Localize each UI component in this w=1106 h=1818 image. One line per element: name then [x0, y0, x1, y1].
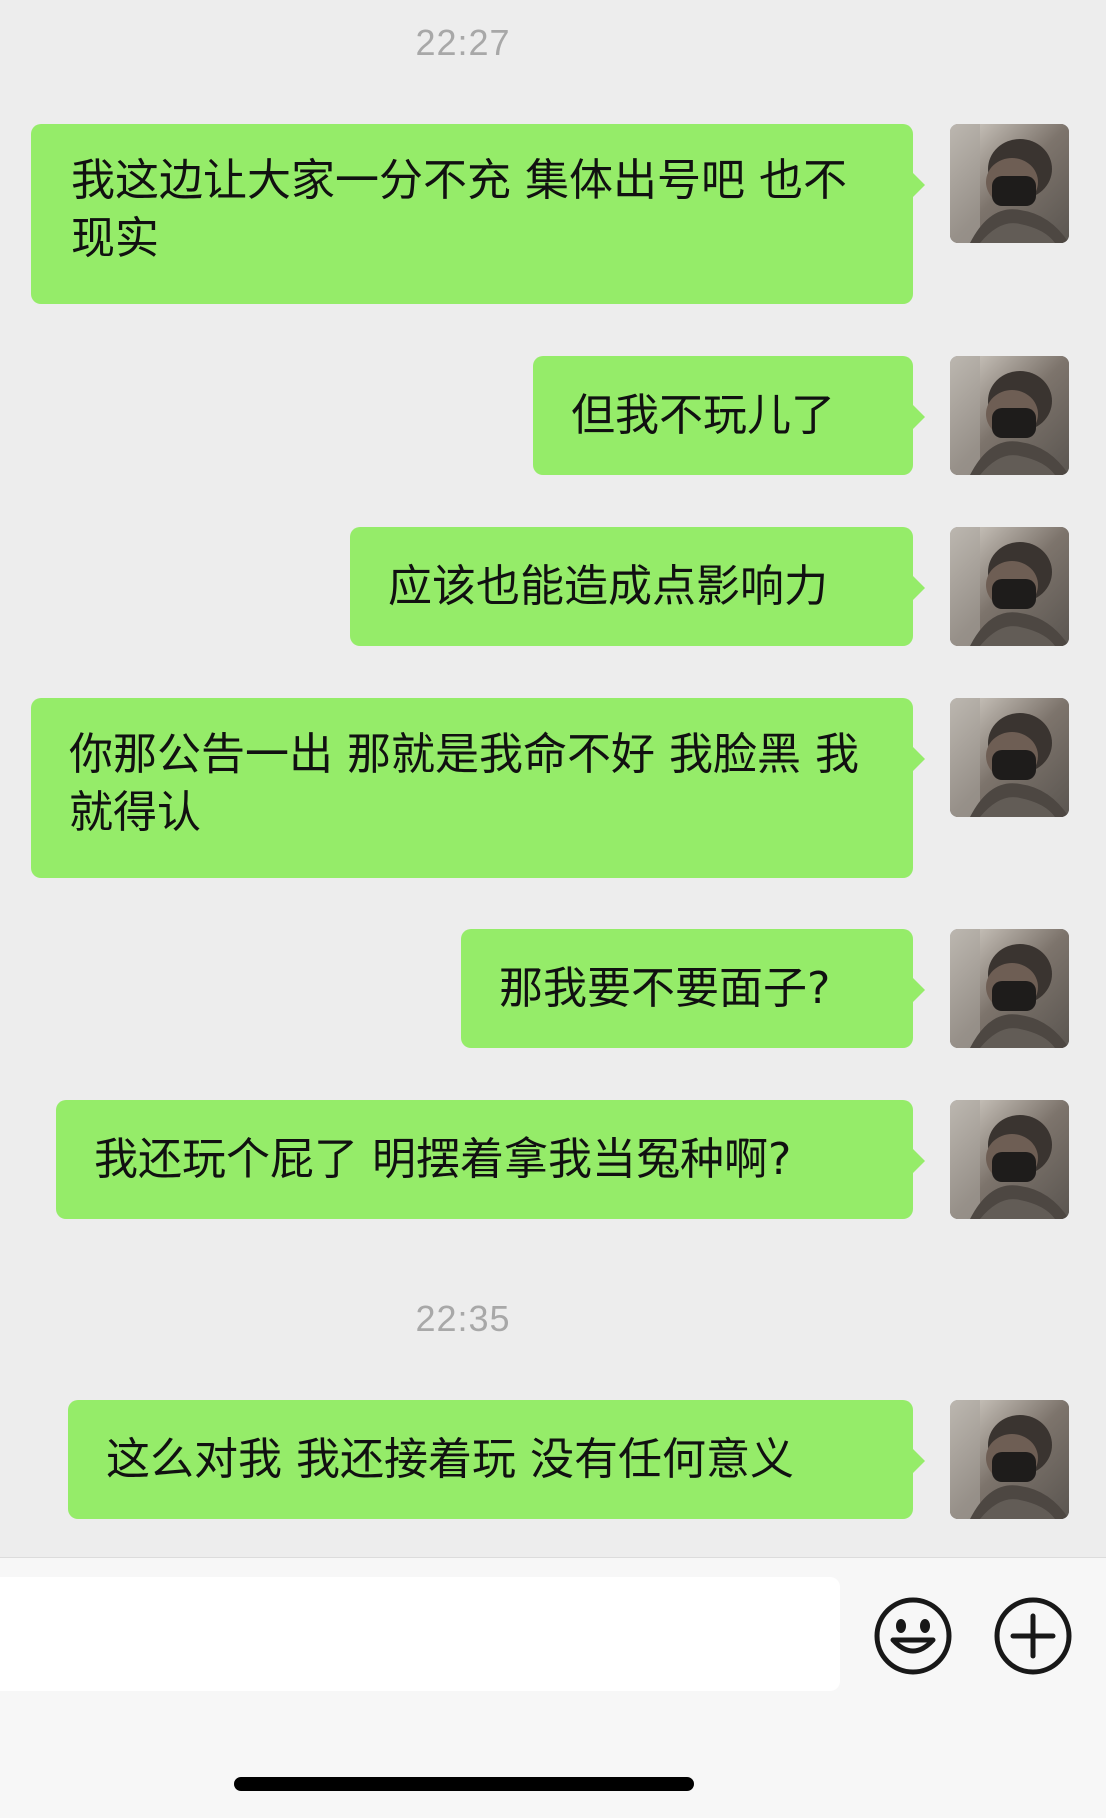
timestamp: 22:35	[415, 1298, 511, 1339]
avatar[interactable]	[950, 527, 1069, 646]
message-bubble[interactable]: 这么对我 我还接着玩 没有任何意义	[68, 1400, 925, 1519]
message-text: 那我要不要面子?	[499, 963, 831, 1014]
message-bubble[interactable]: 你那公告一出 那就是我命不好 我脸黑 我就得认	[31, 698, 925, 878]
avatar[interactable]	[950, 929, 1069, 1048]
message-bubble[interactable]: 那我要不要面子?	[461, 929, 925, 1048]
avatar[interactable]	[950, 1400, 1069, 1519]
message-text: 我这边让大家一分不充 集体出号吧 也不现实	[71, 155, 847, 264]
avatar[interactable]	[950, 356, 1069, 475]
message-bubble[interactable]: 我这边让大家一分不充 集体出号吧 也不现实	[31, 124, 925, 304]
avatar[interactable]	[950, 698, 1069, 817]
message-input[interactable]	[0, 1577, 840, 1691]
avatar[interactable]	[950, 124, 1069, 243]
message-bubble[interactable]: 但我不玩儿了	[533, 356, 925, 475]
home-indicator	[234, 1777, 694, 1791]
message-text: 但我不玩儿了	[571, 390, 835, 441]
message-text: 应该也能造成点影响力	[388, 561, 828, 612]
plus-icon[interactable]	[993, 1596, 1073, 1676]
message-text: 这么对我 我还接着玩 没有任何意义	[106, 1434, 794, 1485]
message-text: 你那公告一出 那就是我命不好 我脸黑 我就得认	[69, 729, 859, 838]
message-bubble[interactable]: 应该也能造成点影响力	[350, 527, 925, 646]
avatar[interactable]	[950, 1100, 1069, 1219]
timestamp: 22:27	[415, 22, 511, 63]
emoji-icon[interactable]	[873, 1596, 953, 1676]
message-text: 我还玩个屁了 明摆着拿我当冤种啊?	[94, 1134, 792, 1185]
message-bubble[interactable]: 我还玩个屁了 明摆着拿我当冤种啊?	[56, 1100, 925, 1219]
